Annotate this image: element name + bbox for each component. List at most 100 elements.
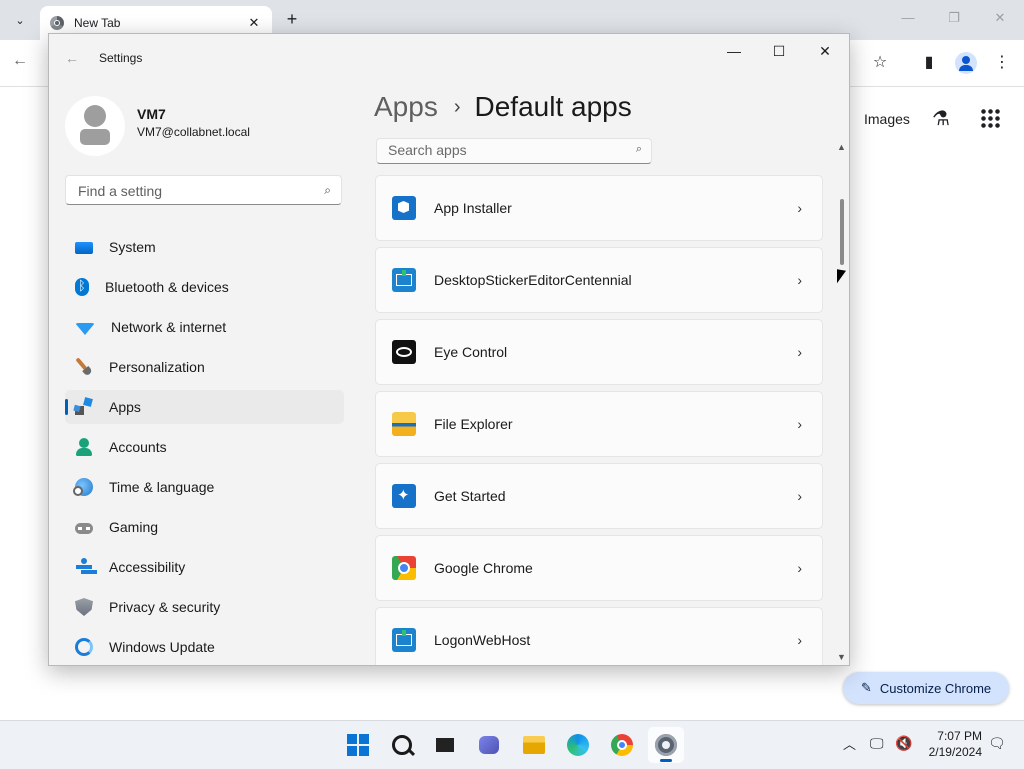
- show-hidden-icons-chevron-icon[interactable]: ︿: [843, 734, 856, 753]
- nav-item-time-language[interactable]: Time & language: [65, 470, 344, 504]
- search-icon: ⌕: [324, 183, 331, 197]
- find-setting-input[interactable]: [76, 182, 310, 200]
- app-row-google-chrome[interactable]: Google Chrome ›: [375, 535, 823, 601]
- nav-label: Accessibility: [109, 559, 186, 575]
- nav-item-apps[interactable]: Apps: [65, 390, 344, 424]
- google-apps-grid-icon[interactable]: [980, 108, 1000, 128]
- get-started-icon: [392, 484, 416, 508]
- settings-minimize-button[interactable]: —: [722, 43, 746, 59]
- taskbar-chrome-button[interactable]: [604, 727, 640, 763]
- settings-close-button[interactable]: ✕: [813, 43, 837, 60]
- app-name: Eye Control: [434, 344, 508, 360]
- chevron-right-icon: ›: [797, 488, 802, 504]
- app-row-logon-webhost[interactable]: LogonWebHost ›: [375, 607, 823, 665]
- nav-item-privacy[interactable]: Privacy & security: [65, 590, 344, 624]
- nav-label: Network & internet: [111, 319, 227, 335]
- taskbar-clock[interactable]: 7:07 PM 2/19/2024: [920, 728, 982, 760]
- notification-icon[interactable]: 🗨: [988, 735, 1006, 752]
- nav-label: Accounts: [109, 439, 167, 455]
- tab-search-button[interactable]: ⌄: [8, 8, 32, 32]
- windows-logo-icon: [347, 734, 369, 756]
- nav-item-accounts[interactable]: Accounts: [65, 430, 344, 464]
- taskbar-settings-button[interactable]: [648, 727, 684, 763]
- taskbar-file-explorer-button[interactable]: [516, 727, 552, 763]
- app-row-app-installer[interactable]: App Installer ›: [375, 175, 823, 241]
- chevron-right-icon: ›: [797, 632, 802, 648]
- scrollbar-thumb[interactable]: [840, 199, 844, 265]
- eye-control-icon: [392, 340, 416, 364]
- labs-flask-icon[interactable]: ⚗: [932, 106, 950, 131]
- start-button[interactable]: [340, 727, 376, 763]
- profile-avatar-icon[interactable]: [955, 52, 977, 74]
- nav-item-bluetooth[interactable]: Bluetooth & devices: [65, 270, 344, 304]
- taskbar-edge-button[interactable]: [560, 727, 596, 763]
- search-apps-input[interactable]: [386, 141, 620, 159]
- app-row-desktop-sticker-editor[interactable]: DesktopStickerEditorCentennial ›: [375, 247, 823, 313]
- browser-menu-icon[interactable]: ⋮: [991, 52, 1013, 72]
- globe-clock-icon: [73, 478, 93, 496]
- nav-label: Privacy & security: [109, 599, 221, 615]
- browser-close-button[interactable]: ✕: [990, 10, 1010, 26]
- customize-chrome-button[interactable]: ✎ Customize Chrome: [843, 672, 1009, 704]
- brush-icon: [71, 354, 96, 379]
- new-tab-button[interactable]: +: [282, 9, 302, 29]
- clock-date: 2/19/2024: [928, 745, 982, 759]
- taskbar-search-button[interactable]: [384, 727, 420, 763]
- volume-muted-icon[interactable]: 🔇: [895, 735, 912, 752]
- app-row-get-started[interactable]: Get Started ›: [375, 463, 823, 529]
- bookmark-star-icon[interactable]: ☆: [869, 52, 891, 72]
- chevron-right-icon: ›: [797, 416, 802, 432]
- browser-minimize-button[interactable]: —: [898, 10, 918, 25]
- user-name: VM7: [137, 106, 166, 122]
- search-icon: ⌕: [635, 143, 642, 155]
- nav-item-gaming[interactable]: Gaming: [65, 510, 344, 544]
- bluetooth-icon: [75, 278, 89, 296]
- app-name: File Explorer: [434, 416, 513, 432]
- find-setting-box[interactable]: ⌕: [65, 175, 342, 205]
- taskbar-chat-button[interactable]: [471, 727, 507, 763]
- gear-icon: [655, 734, 677, 756]
- breadcrumb-apps-link[interactable]: Apps: [374, 91, 438, 123]
- nav-item-accessibility[interactable]: Accessibility: [65, 550, 344, 584]
- task-view-button[interactable]: [427, 727, 463, 763]
- nav-item-network[interactable]: Network & internet: [65, 310, 344, 344]
- app-name: Get Started: [434, 488, 506, 504]
- content-scrollbar[interactable]: ▲ ▼: [837, 142, 847, 662]
- customize-chrome-label: Customize Chrome: [879, 680, 992, 696]
- accounts-icon: [75, 438, 93, 456]
- nav-item-system[interactable]: System: [65, 230, 344, 264]
- scroll-up-icon[interactable]: ▲: [837, 142, 846, 152]
- wifi-icon: [75, 323, 95, 335]
- browser-back-button[interactable]: ←: [12, 52, 28, 70]
- user-avatar[interactable]: [65, 96, 125, 156]
- app-row-eye-control[interactable]: Eye Control ›: [375, 319, 823, 385]
- close-tab-icon[interactable]: ✕: [244, 15, 264, 31]
- chevron-right-icon: ›: [797, 200, 802, 216]
- app-name: Google Chrome: [434, 560, 533, 576]
- logon-webhost-icon: [392, 628, 416, 652]
- app-name: DesktopStickerEditorCentennial: [434, 272, 632, 288]
- browser-restore-button[interactable]: ❐: [944, 10, 964, 26]
- nav-label: Time & language: [109, 479, 215, 495]
- pencil-icon: ✎: [861, 680, 872, 695]
- nav-label: Windows Update: [109, 639, 215, 655]
- search-icon: [392, 735, 412, 755]
- nav-item-windows-update[interactable]: Windows Update: [65, 630, 344, 664]
- settings-back-button[interactable]: ←: [65, 50, 79, 66]
- nav-item-personalization[interactable]: Personalization: [65, 350, 344, 384]
- scroll-down-icon[interactable]: ▼: [837, 652, 846, 662]
- app-row-file-explorer[interactable]: File Explorer ›: [375, 391, 823, 457]
- settings-maximize-button[interactable]: ☐: [767, 43, 791, 60]
- chevron-right-icon: ›: [797, 560, 802, 576]
- app-name: LogonWebHost: [434, 632, 531, 648]
- chevron-right-icon: ›: [797, 272, 802, 288]
- search-apps-box[interactable]: ⌕: [376, 138, 652, 164]
- settings-window-title: Settings: [99, 51, 143, 65]
- update-icon: [75, 638, 93, 656]
- images-link[interactable]: Images: [864, 111, 910, 127]
- network-icon[interactable]: 🖵: [870, 735, 884, 752]
- app-name: App Installer: [434, 200, 512, 216]
- side-panel-icon[interactable]: ▮: [918, 52, 940, 72]
- apps-icon: [75, 398, 93, 416]
- user-email: VM7@collabnet.local: [137, 125, 250, 139]
